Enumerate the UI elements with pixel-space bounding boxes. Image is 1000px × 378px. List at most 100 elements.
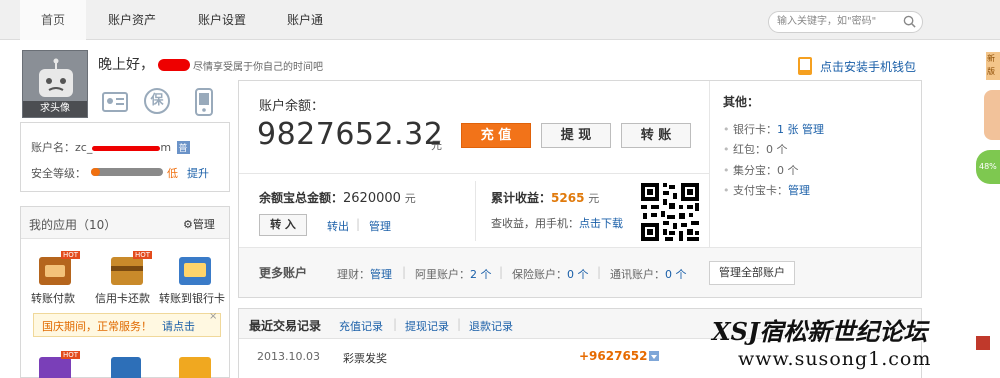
alipay-card-label: 支付宝卡： (733, 184, 788, 197)
yuebao-total: 余额宝总金额：2620000 元 (259, 189, 416, 206)
watermark-url: www.susong1.com (738, 348, 932, 370)
jifenbao-value[interactable]: 0 个 (777, 164, 799, 177)
transfer-button[interactable]: 转 账 (621, 123, 691, 148)
separator: | (457, 317, 462, 331)
aliyun-value[interactable]: 2 个 (470, 268, 492, 281)
qr-code-icon[interactable] (639, 181, 701, 243)
search-placeholder: 输入关键字，如"密码" (777, 16, 877, 27)
app-icon-yellow[interactable] (179, 357, 211, 378)
tab-refund-records[interactable]: 退款记录 (469, 318, 513, 334)
search-input[interactable]: 输入关键字，如"密码" (768, 11, 923, 33)
yuebao-amount: 2620000 (343, 191, 401, 206)
account-info-panel: 账户名：zc_ m 普 安全等级： 低 提升 (20, 122, 230, 192)
mobile-phone-icon[interactable] (194, 88, 214, 116)
jifenbao-label: 集分宝： (733, 164, 777, 177)
divider (239, 173, 709, 174)
other-title: 其他： (723, 95, 760, 109)
balance-label: 账户余额： (259, 99, 325, 114)
security-level-fill (91, 168, 100, 176)
account-name-row: 账户名：zc_ m 普 (31, 139, 190, 155)
insurance-value[interactable]: 0 个 (567, 268, 589, 281)
robot-avatar-icon (39, 58, 73, 97)
income-hint-row: 查收益，用手机：点击下载 (491, 215, 623, 231)
insurance-item: 保险账户：0 个 (512, 266, 589, 282)
separator: | (356, 217, 361, 231)
mobile-wallet-icon[interactable] (797, 56, 813, 76)
telecom-value[interactable]: 0 个 (665, 268, 687, 281)
divider (709, 81, 710, 247)
search-icon[interactable] (903, 15, 916, 28)
app-icon-blue[interactable] (111, 357, 141, 378)
tab-recharge-records[interactable]: 充值记录 (339, 318, 383, 334)
id-card-icon[interactable] (102, 90, 128, 114)
new-version-badge[interactable]: 新版 (986, 52, 1000, 80)
nav-tab-home[interactable]: 首页 (20, 0, 86, 40)
avatar-caption[interactable]: 求头像 (23, 101, 87, 117)
account-type-badge: 普 (176, 141, 190, 154)
separator: | (597, 265, 602, 279)
hot-badge: HOT (61, 351, 81, 359)
insurance-icon[interactable]: 保 (144, 88, 170, 114)
licai-manage-link[interactable]: 管理 (370, 268, 392, 281)
nav-tab-settings[interactable]: 账户设置 (182, 0, 262, 40)
yuebao-unit: 元 (404, 192, 416, 205)
transaction-amount: +9627652 (579, 349, 648, 363)
transfer-to-bank-icon[interactable] (179, 257, 211, 285)
recharge-button[interactable]: 充 值 (461, 123, 531, 148)
close-icon[interactable]: × (209, 311, 217, 322)
income-row: 累计收益：5265 元 (491, 189, 599, 206)
yuebao-transfer-out-link[interactable]: 转出 (327, 218, 349, 234)
alipay-card-manage-link[interactable]: 管理 (788, 184, 810, 197)
yuebao-transfer-in-button[interactable]: 转 入 (259, 214, 307, 236)
account-name-label: 账户名： (31, 141, 75, 154)
progress-percent-widget[interactable]: 48% (976, 150, 1000, 184)
upgrade-security-link[interactable]: 提升 (187, 165, 209, 181)
watermark-brand: XSJ宿松新世纪论坛 (712, 317, 928, 346)
my-apps-title: 我的应用（10） (29, 218, 117, 232)
gear-icon: ⚙ (183, 218, 193, 231)
credit-card-repay-icon[interactable] (111, 257, 143, 285)
insurance-label: 保险账户： (512, 268, 567, 281)
seal-stamp (976, 336, 990, 350)
transaction-name[interactable]: 彩票发奖 (343, 350, 387, 366)
holiday-notice-link[interactable]: 请点击 (162, 318, 195, 334)
assistant-avatar[interactable] (984, 90, 1000, 140)
income-label: 累计收益： (491, 191, 552, 205)
other-bank-card-row: • 银行卡：1 张 管理 (723, 123, 824, 136)
nav-tab-assets[interactable]: 账户资产 (92, 0, 172, 40)
balance-amount: 9827652.32 (257, 117, 444, 152)
transaction-date: 2013.10.03 (257, 350, 320, 363)
app-transfer-payment-label[interactable]: 转账付款 (31, 290, 75, 306)
bank-card-manage-link[interactable]: 管理 (802, 123, 824, 136)
app-transfer-bank-label[interactable]: 转账到银行卡 (159, 290, 225, 306)
tab-withdraw-records[interactable]: 提现记录 (405, 318, 449, 334)
income-hint: 查收益，用手机： (491, 217, 579, 230)
security-label: 安全等级： (31, 167, 86, 180)
yuebao-manage-link[interactable]: 管理 (369, 218, 391, 234)
app-credit-card-label[interactable]: 信用卡还款 (95, 290, 150, 306)
red-packet-value[interactable]: 0 个 (766, 143, 788, 156)
app-icon-purple[interactable] (39, 357, 71, 378)
licai-label: 理财： (337, 268, 370, 281)
top-navigation-bar: 首页 账户资产 账户设置 账户通 输入关键字，如"密码" (0, 0, 1000, 40)
more-accounts-title: 更多账户 (259, 266, 308, 280)
chevron-down-icon[interactable] (649, 351, 659, 361)
my-apps-manage[interactable]: ⚙管理 (183, 216, 215, 232)
balance-unit: 元 (431, 139, 442, 152)
download-app-link[interactable]: 点击下载 (579, 217, 623, 230)
greeting-slogan: 尽情享受属于你自己的时间吧 (193, 62, 323, 73)
nav-tab-account-link[interactable]: 账户通 (270, 0, 340, 40)
manage-all-accounts-button[interactable]: 管理全部账户 (709, 261, 795, 285)
greeting-text: 晚上好， (98, 57, 154, 73)
profile-quick-icons: 保 (98, 88, 248, 118)
avatar[interactable]: 求头像 (22, 50, 88, 118)
forum-watermark: XSJ宿松新世纪论坛 www.susong1.com (712, 310, 1000, 378)
other-red-packet-row: • 红包：0 个 (723, 143, 788, 156)
withdraw-button[interactable]: 提 现 (541, 123, 611, 148)
transfer-payment-icon[interactable] (39, 257, 71, 285)
aliyun-label: 阿里账户： (415, 268, 470, 281)
security-level-text: 低 (167, 167, 178, 180)
licai-item: 理财：管理 (337, 266, 392, 282)
holiday-notice-text: 国庆期间，正常服务！ (42, 320, 152, 333)
mobile-wallet-link[interactable]: 点击安装手机钱包 (820, 58, 916, 75)
